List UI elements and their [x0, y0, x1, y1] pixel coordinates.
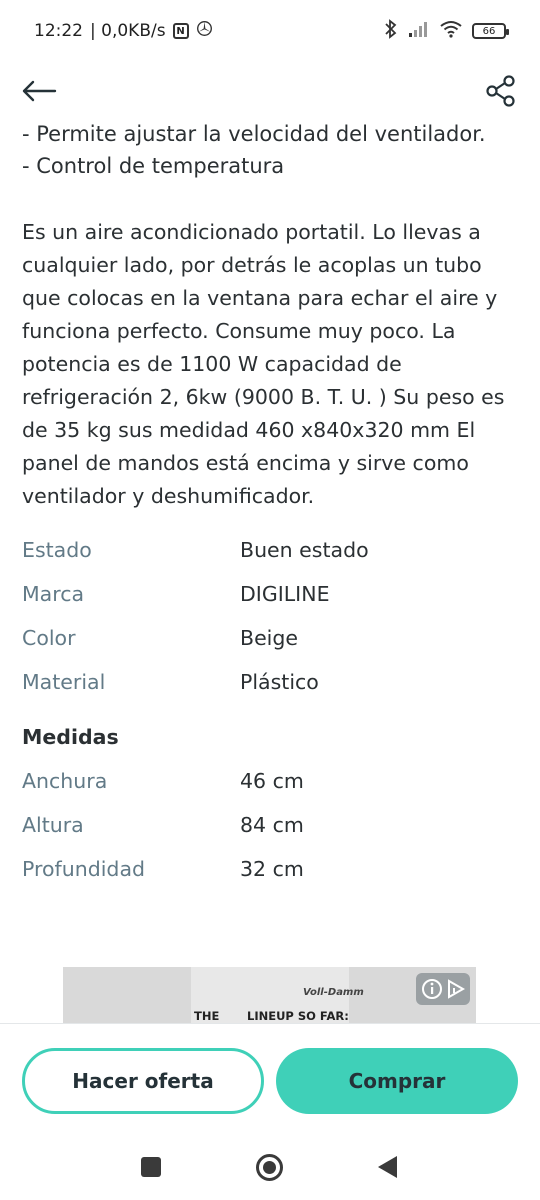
measure-row-anchura: Anchura 46 cm [22, 769, 522, 799]
feature-line: - Control de temperatura [22, 154, 285, 178]
ad-brand-logo: Voll-Damm [303, 987, 364, 998]
status-time: 12:22 [34, 21, 83, 41]
description-line: ventilador y deshumificador. [22, 484, 315, 508]
spec-label: Marca [22, 582, 85, 606]
app-bar [0, 62, 540, 122]
product-description: Es un aire acondicionado portatil. Lo ll… [22, 216, 522, 513]
info-icon [421, 979, 442, 999]
mercedes-app-icon [196, 20, 213, 42]
share-button[interactable] [482, 72, 520, 110]
measure-label: Altura [22, 813, 84, 837]
status-left: 12:22 | 0,0KB/s N [34, 20, 213, 42]
home-icon[interactable] [256, 1154, 283, 1181]
spec-value: Beige [240, 626, 298, 650]
status-network-speed: | 0,0KB/s [90, 21, 166, 41]
product-details[interactable]: - Permite ajustar la velocidad del venti… [0, 118, 540, 1023]
battery-indicator: 66 [472, 23, 509, 39]
arrow-left-icon [22, 80, 57, 102]
signal-icon [408, 21, 430, 42]
feature-line-partial: - Permite ajustar la velocidad del venti… [22, 122, 486, 146]
spec-label: Estado [22, 538, 92, 562]
description-line: de 35 kg sus medidad 460 x840x320 mm El [22, 418, 476, 442]
spec-row-color: Color Beige [22, 626, 522, 656]
measure-value: 32 cm [240, 857, 304, 881]
description-line: Es un aire acondicionado portatil. Lo ll… [22, 220, 481, 244]
measure-label: Anchura [22, 769, 108, 793]
nfc-icon: N [172, 23, 189, 39]
back-triangle-icon[interactable] [378, 1156, 397, 1178]
spec-value: Buen estado [240, 538, 369, 562]
recent-apps-icon[interactable] [141, 1157, 161, 1177]
measure-value: 46 cm [240, 769, 304, 793]
spec-label: Color [22, 626, 76, 650]
action-bar: Hacer oferta Comprar [0, 1023, 540, 1135]
ad-choices-badge[interactable] [416, 973, 470, 1005]
wifi-icon [440, 20, 462, 43]
measure-label: Profundidad [22, 857, 146, 881]
measure-value: 84 cm [240, 813, 304, 837]
spec-row-marca: Marca DIGILINE [22, 582, 522, 612]
spec-value: DIGILINE [240, 582, 330, 606]
ad-text: LINEUP SO FAR: [247, 1009, 349, 1023]
screen: 12:22 | 0,0KB/s N 66 - Permite ajustar l… [0, 0, 540, 1200]
status-right: 66 [384, 18, 509, 44]
description-line: que colocas en la ventana para echar el … [22, 286, 498, 310]
spec-row-estado: Estado Buen estado [22, 538, 522, 568]
ad-text: THE [194, 1009, 220, 1023]
bluetooth-icon [384, 18, 398, 44]
description-line: panel de mandos está encima y sirve como [22, 451, 469, 475]
status-bar: 12:22 | 0,0KB/s N 66 [0, 0, 540, 62]
description-line: cualquier lado, por detrás le acoplas un… [22, 253, 482, 277]
spec-row-material: Material Plástico [22, 670, 522, 700]
spec-value: Plástico [240, 670, 319, 694]
back-button[interactable] [18, 72, 60, 110]
system-nav-bar [0, 1135, 540, 1200]
description-line: refrigeración 2, 6kw (9000 B. T. U. ) Su… [22, 385, 505, 409]
ad-choices-icon [447, 979, 465, 999]
buy-button[interactable]: Comprar [276, 1048, 518, 1114]
share-icon [486, 75, 515, 107]
description-line: potencia es de 1100 W capacidad de [22, 352, 402, 376]
spec-label: Material [22, 670, 106, 694]
ad-banner[interactable]: Voll-Damm THE LINEUP SO FAR: [63, 967, 476, 1023]
measure-row-profundidad: Profundidad 32 cm [22, 857, 522, 887]
measure-row-altura: Altura 84 cm [22, 813, 522, 843]
make-offer-button[interactable]: Hacer oferta [22, 1048, 264, 1114]
description-line: funciona perfecto. Consume muy poco. La [22, 319, 456, 343]
measures-title: Medidas [22, 725, 119, 749]
